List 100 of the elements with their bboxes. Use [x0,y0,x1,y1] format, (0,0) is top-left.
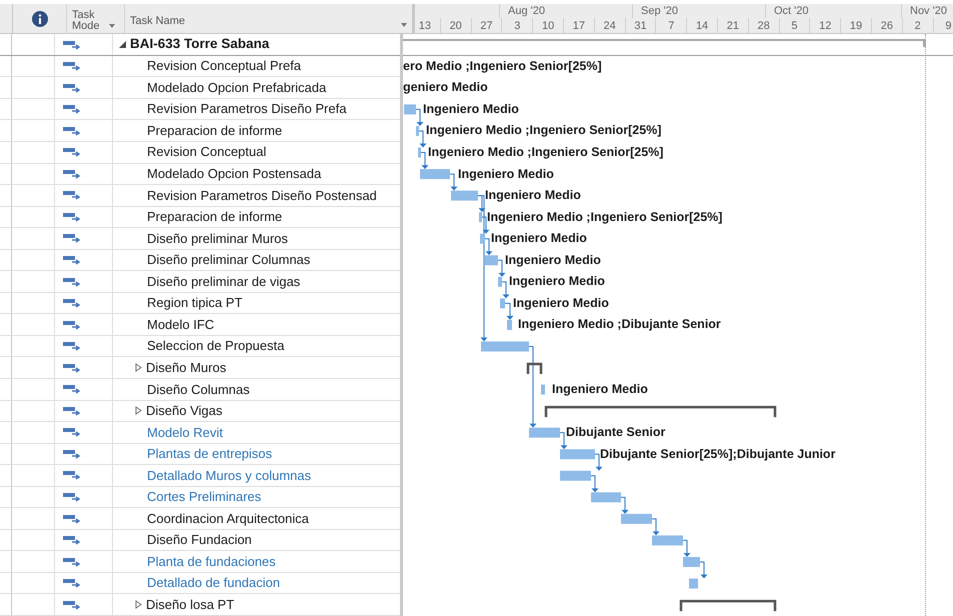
task-bar[interactable] [652,536,683,546]
task-name[interactable]: Diseño preliminar de vigas [147,272,300,292]
task-bar[interactable] [689,578,698,589]
task-bar[interactable] [481,342,529,352]
week-label: 2 [914,20,921,32]
resource-label: Ingeniero Medio [509,273,605,290]
task-bar[interactable] [451,190,478,201]
task-name[interactable]: Revision Conceptual Prefa [147,56,301,76]
week-label: 31 [634,20,647,32]
bar-arrow-icon [63,40,81,50]
task-bar[interactable] [529,428,560,438]
week-label: 21 [726,20,739,32]
task-bar[interactable] [541,384,545,395]
dependency-arrow [498,260,506,278]
resource-label: Ingeniero Medio [458,166,554,182]
summary-bracket[interactable] [544,406,776,418]
task-name[interactable]: Modelo IFC [147,314,214,334]
project-summary-bar[interactable] [403,39,926,48]
task-name[interactable]: Preparacion de informe [147,207,282,227]
month-label: Oct '20 [774,5,809,18]
week-label: 20 [450,20,462,32]
bar-arrow-icon [63,320,81,330]
task-name[interactable]: Diseño preliminar Muros [147,228,288,248]
task-mode-header[interactable]: Task Mode [67,4,125,34]
bar-arrow-icon [63,384,81,394]
task-bar[interactable] [479,212,482,222]
bar-arrow-icon [63,448,81,459]
dependency-arrow [590,476,598,493]
task-bar[interactable] [416,126,419,136]
month-label: Aug '20 [508,5,545,18]
task-name[interactable]: Planta de fundaciones [147,552,276,572]
dependency-arrow [700,562,708,579]
resource-label: Ingeniero Medio ;Ingeniero Senior[25%] [426,122,662,138]
dropdown-caret-icon[interactable] [401,23,407,28]
month-label: Sep '20 [641,5,678,18]
project-name[interactable]: BAI-633 Torre Sabana [130,34,270,55]
task-name[interactable]: Cortes Preliminares [147,487,262,507]
task-name[interactable]: Preparacion de informe [147,120,282,140]
task-name[interactable]: Revision Parametros Diseño Prefa [147,99,346,119]
resource-label: Dibujante Senior[25%];Dibujante Junior [600,446,836,462]
task-name-header[interactable]: Task Name [125,4,412,34]
bar-arrow-icon [63,147,81,158]
task-bar[interactable] [507,320,512,330]
task-name[interactable]: Diseño Columnas [147,380,250,399]
bar-arrow-icon [63,470,81,480]
task-bar[interactable] [560,471,591,481]
week-label: 5 [791,20,798,32]
expanded-triangle-icon[interactable] [119,41,126,48]
task-name[interactable]: Modelado Opcion Prefabricada [147,78,326,98]
dropdown-caret-icon[interactable] [109,24,115,28]
task-name[interactable]: Modelado Opcion Postensada [147,164,322,184]
task-bar[interactable] [480,234,485,244]
collapsed-triangle-icon[interactable] [135,600,142,610]
task-name[interactable]: Seleccion de Propuesta [147,336,284,356]
task-name[interactable]: Diseño preliminar Columnas [147,250,310,270]
bar-arrow-icon [63,298,81,308]
task-bar[interactable] [498,277,502,288]
dependency-arrow [682,540,690,558]
bar-arrow-icon [63,535,81,546]
bar-arrow-icon [63,600,81,610]
task-bar[interactable] [500,298,505,309]
task-name[interactable]: Detallado de fundacion [147,573,280,593]
task-name[interactable]: Region tipica PT [147,293,242,313]
bar-arrow-icon [63,212,81,222]
task-bar[interactable] [404,104,416,115]
week-label: 26 [880,20,893,32]
task-name[interactable]: Diseño Muros [146,358,226,378]
bar-arrow-icon [63,254,81,265]
week-label: 10 [542,20,554,32]
week-label: 27 [480,20,493,32]
task-name[interactable]: Coordinacion Arquitectonica [147,508,309,528]
task-name[interactable]: Diseño Fundacion [147,530,252,550]
info-icon [32,10,48,27]
summary-bracket[interactable] [680,600,776,612]
task-bar[interactable] [591,492,621,503]
task-bar[interactable] [560,449,595,460]
task-name[interactable]: Plantas de entrepisos [147,444,272,464]
task-bar[interactable] [683,557,700,568]
dependency-arrow [450,174,458,191]
bar-arrow-icon [63,514,81,524]
dependency-arrow [560,432,568,450]
task-bar[interactable] [484,256,498,266]
task-name[interactable]: Diseño losa PT [146,594,234,614]
week-label: 7 [668,20,674,32]
resource-label: Ingeniero Medio ;Ingeniero Senior[25%] [487,208,722,225]
week-label: 12 [819,20,832,32]
task-name[interactable]: Modelo Revit [147,422,223,442]
task-bar[interactable] [621,514,652,524]
month-label: Nov '20 [910,5,947,18]
task-name[interactable]: Diseño Vigas [146,401,222,421]
task-name[interactable]: Revision Parametros Diseño Postensad [147,186,377,206]
collapsed-triangle-icon[interactable] [135,406,142,416]
task-bar[interactable] [420,169,450,180]
collapsed-triangle-icon[interactable] [135,363,142,372]
task-bar[interactable] [418,148,421,158]
summary-bracket[interactable] [526,363,542,374]
resource-label: Ingeniero Medio [505,252,601,268]
task-name[interactable]: Revision Conceptual [147,142,266,162]
bar-arrow-icon [63,492,81,502]
task-name[interactable]: Detallado Muros y columnas [147,466,312,486]
